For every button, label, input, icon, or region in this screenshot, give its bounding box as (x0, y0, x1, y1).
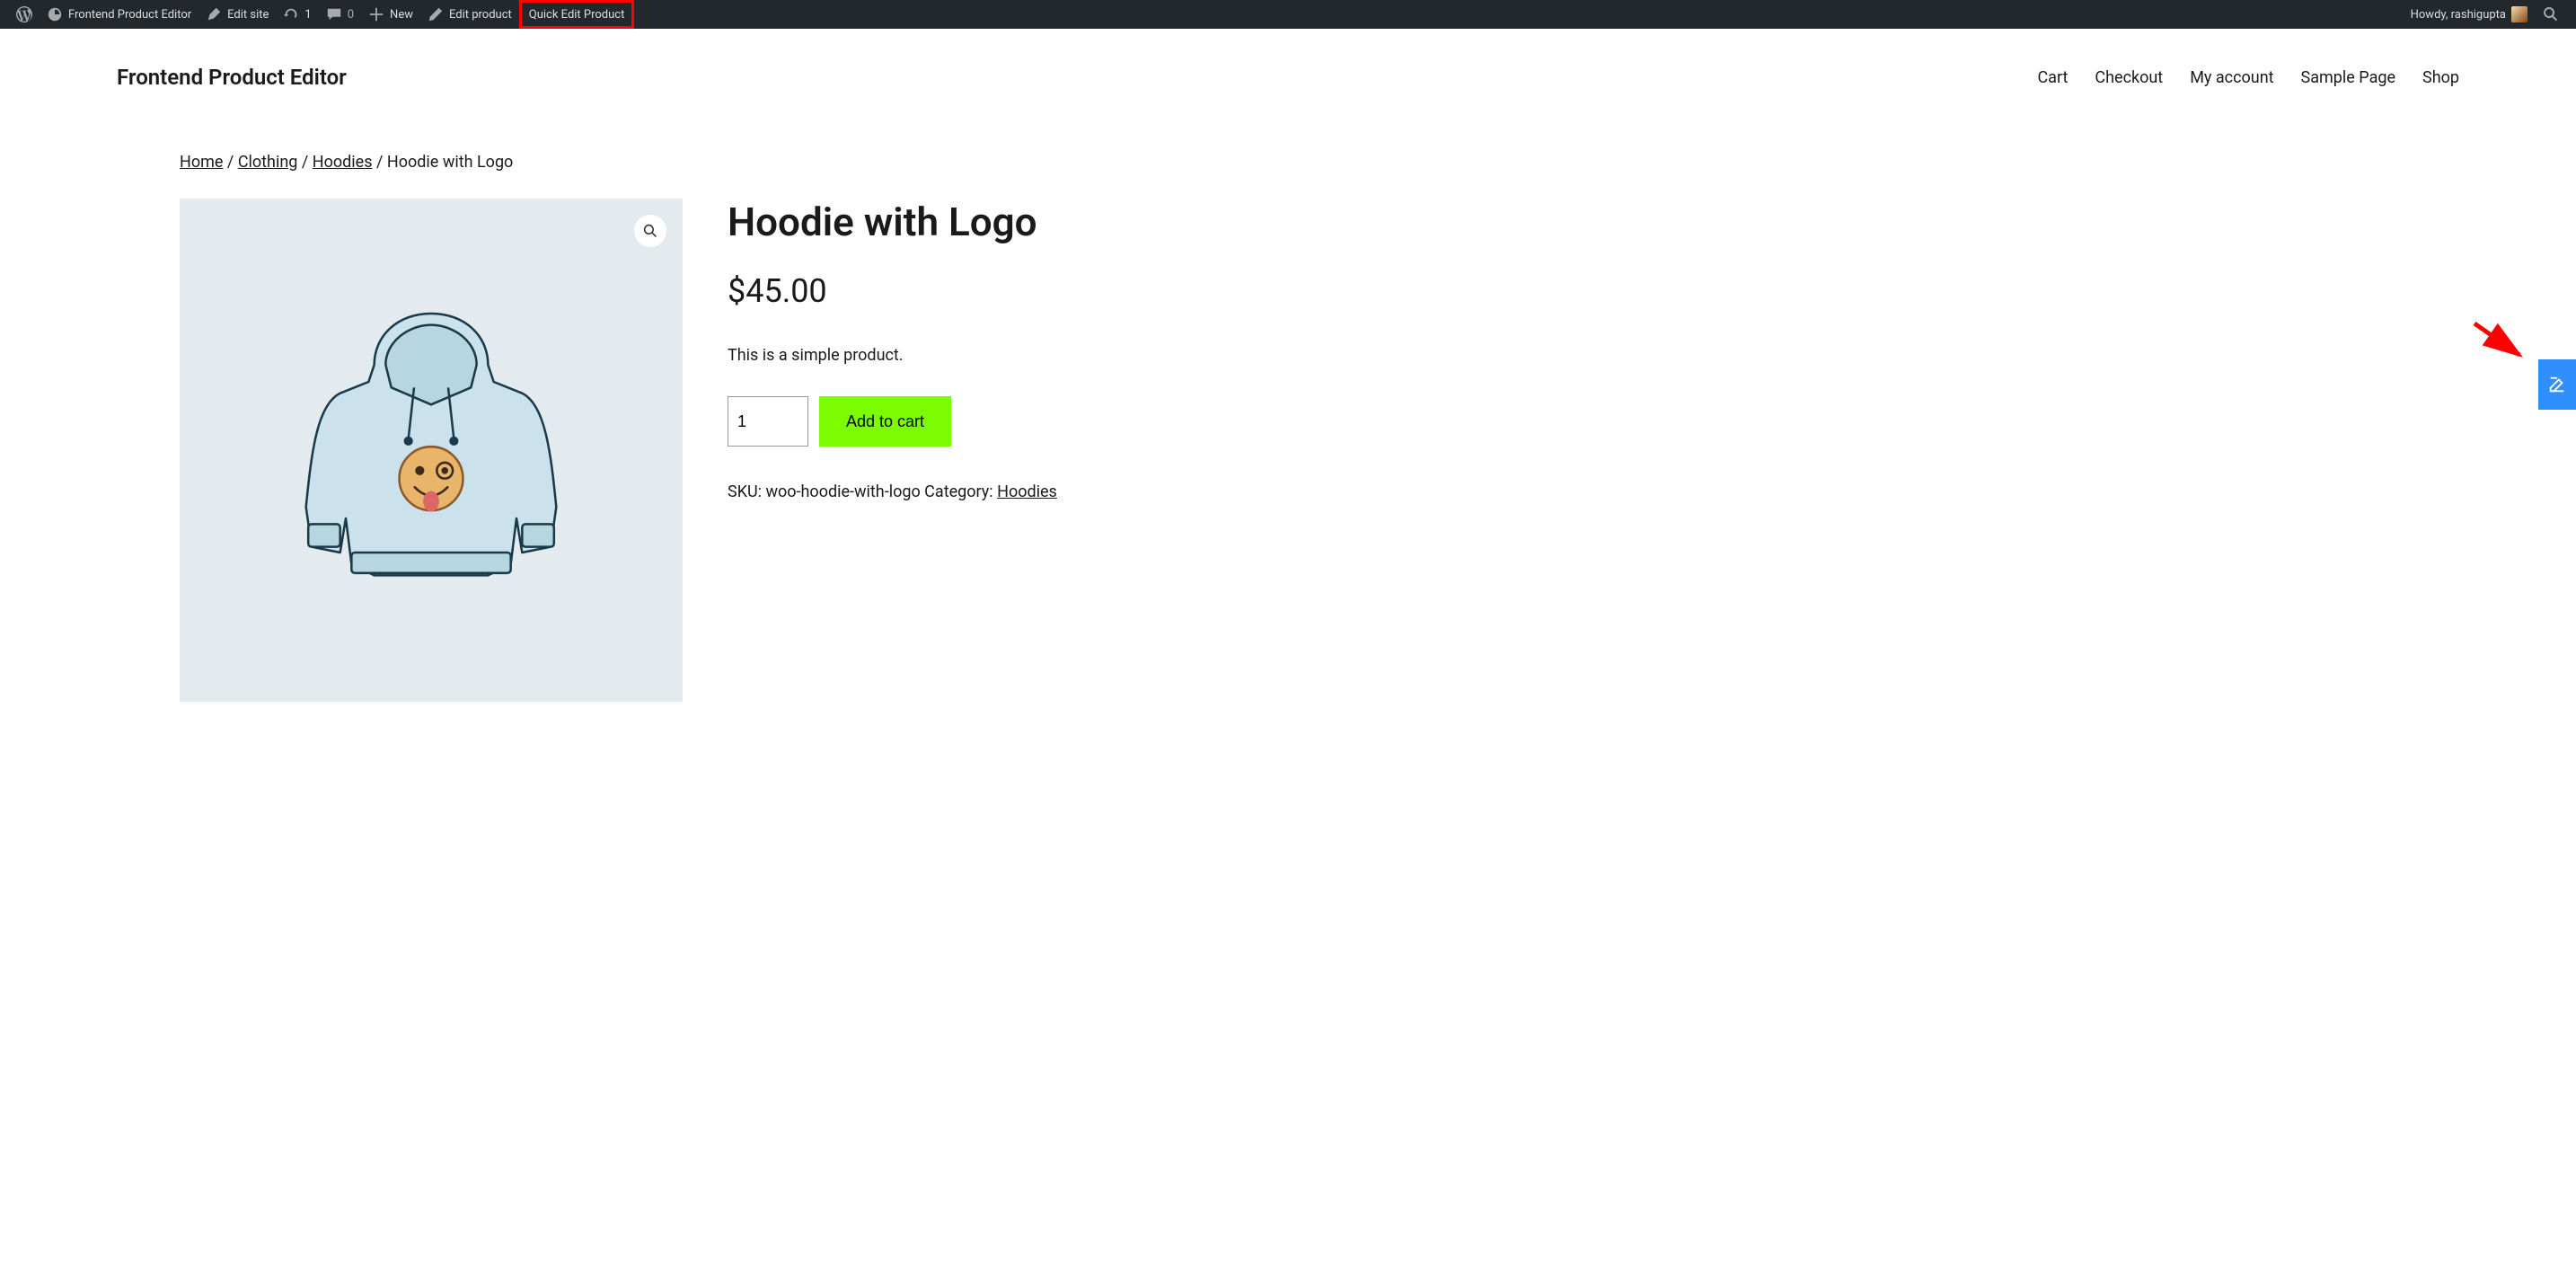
product-gallery[interactable] (180, 199, 683, 702)
admin-user-greeting[interactable]: Howdy, rashigupta (2404, 0, 2535, 29)
admin-site-link[interactable]: Frontend Product Editor (40, 0, 198, 29)
edit-product-label: Edit product (449, 8, 512, 22)
wp-logo[interactable] (9, 0, 40, 29)
nav-account[interactable]: My account (2190, 68, 2273, 87)
admin-edit-product[interactable]: Edit product (420, 0, 519, 29)
quick-edit-product-label: Quick Edit Product (529, 8, 625, 22)
quantity-input[interactable] (728, 396, 808, 447)
site-header: Frontend Product Editor Cart Checkout My… (0, 29, 2576, 108)
new-label: New (390, 8, 413, 22)
magnify-icon (643, 224, 657, 238)
breadcrumb-sep: / (227, 153, 238, 172)
wp-admin-bar: Frontend Product Editor Edit site 1 0 Ne… (0, 0, 2576, 29)
greeting-text: Howdy, rashigupta (2411, 8, 2506, 22)
emoji-logo (400, 447, 463, 511)
edit-site-icon (206, 6, 222, 22)
updates-icon (283, 6, 299, 22)
updates-count: 1 (304, 8, 311, 22)
admin-quick-edit-product[interactable]: Quick Edit Product (519, 0, 635, 29)
frontend-edit-tab[interactable] (2538, 359, 2576, 410)
nav-shop[interactable]: Shop (2422, 68, 2459, 87)
product-price: $45.00 (728, 272, 2396, 310)
admin-site-name: Frontend Product Editor (68, 8, 191, 22)
admin-bar-left: Frontend Product Editor Edit site 1 0 Ne… (9, 0, 634, 29)
product-summary: Hoodie with Logo $45.00 This is a simple… (728, 199, 2396, 702)
admin-search[interactable] (2535, 0, 2567, 29)
add-to-cart-row: Add to cart (728, 396, 2396, 447)
admin-comments[interactable]: 0 (319, 0, 361, 29)
zoom-button[interactable] (634, 215, 666, 247)
sku-value: woo-hoodie-with-logo (765, 482, 920, 501)
breadcrumb: Home / Clothing / Hoodies / Hoodie with … (180, 153, 2396, 172)
dashboard-icon (47, 6, 63, 22)
breadcrumb-current: Hoodie with Logo (387, 153, 513, 172)
wordpress-icon (16, 6, 32, 22)
comment-icon (326, 6, 342, 22)
comments-count: 0 (348, 8, 354, 22)
add-to-cart-button[interactable]: Add to cart (819, 396, 951, 447)
admin-edit-site[interactable]: Edit site (198, 0, 276, 29)
plus-icon (368, 6, 384, 22)
sku-label: SKU: (728, 482, 765, 501)
admin-updates[interactable]: 1 (276, 0, 318, 29)
category-label: Category: (921, 482, 997, 501)
breadcrumb-clothing[interactable]: Clothing (238, 153, 298, 172)
admin-bar-right: Howdy, rashigupta (2404, 0, 2567, 29)
edit-site-label: Edit site (227, 8, 269, 22)
main-content: Home / Clothing / Hoodies / Hoodie with … (0, 108, 2576, 702)
breadcrumb-sep: / (302, 153, 313, 172)
product-title: Hoodie with Logo (728, 199, 2396, 245)
product-container: Hoodie with Logo $45.00 This is a simple… (180, 199, 2396, 702)
product-description: This is a simple product. (728, 346, 2396, 365)
search-icon (2542, 5, 2560, 23)
product-meta: SKU: woo-hoodie-with-logo Category: Hood… (728, 482, 2396, 501)
nav-sample[interactable]: Sample Page (2301, 68, 2395, 87)
admin-new[interactable]: New (361, 0, 420, 29)
breadcrumb-home[interactable]: Home (180, 153, 223, 172)
breadcrumb-hoodies[interactable]: Hoodies (313, 153, 373, 172)
breadcrumb-sep: / (376, 153, 387, 172)
nav-cart[interactable]: Cart (2037, 68, 2068, 87)
nav-checkout[interactable]: Checkout (2095, 68, 2163, 87)
category-link[interactable]: Hoodies (997, 482, 1057, 501)
edit-icon (2547, 375, 2567, 394)
primary-nav: Cart Checkout My account Sample Page Sho… (2037, 68, 2459, 87)
product-image-hoodie (260, 279, 602, 621)
pencil-icon (428, 6, 444, 22)
site-title[interactable]: Frontend Product Editor (117, 65, 347, 90)
user-avatar (2511, 6, 2527, 22)
